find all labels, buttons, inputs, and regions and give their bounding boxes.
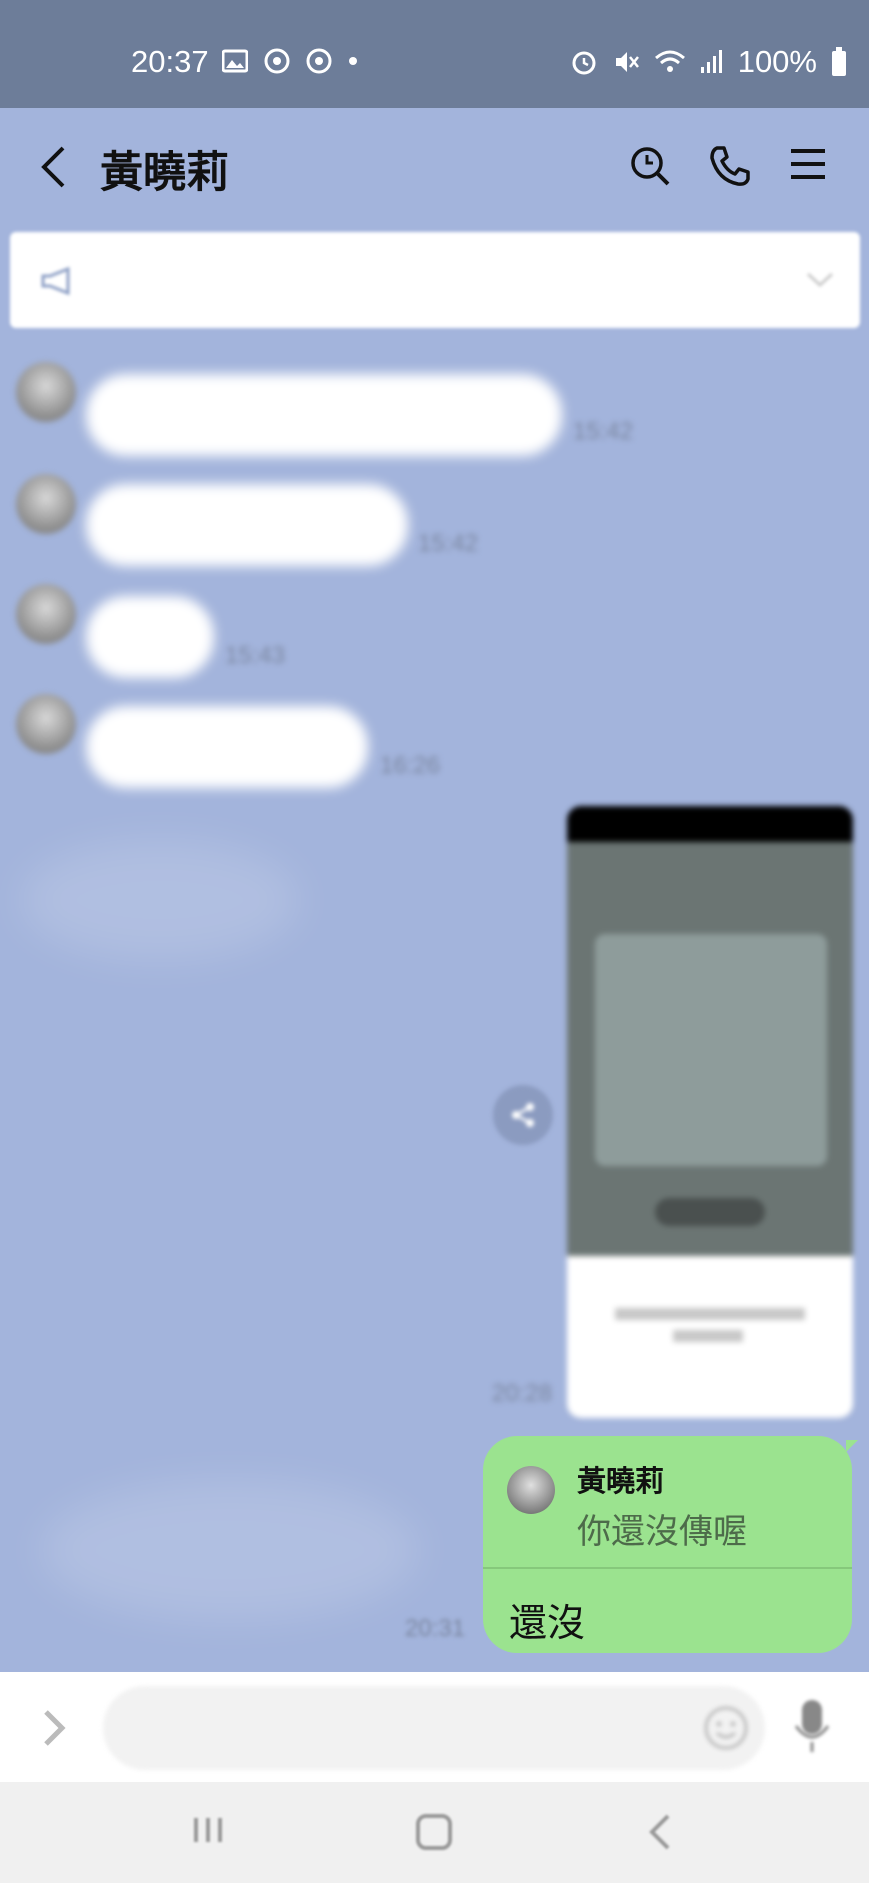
chat-header: 黃曉莉	[0, 108, 869, 228]
share-button[interactable]	[493, 1085, 553, 1145]
home-icon[interactable]	[414, 1812, 454, 1852]
image-preview-area	[595, 934, 827, 1166]
background-cloud	[20, 840, 300, 960]
megaphone-icon	[41, 266, 70, 296]
quoted-message-text: 你還沒傳喔	[577, 1512, 747, 1552]
wifi-icon	[654, 50, 685, 72]
battery-icon	[832, 47, 846, 76]
reply-message-bubble[interactable]: 黃曉莉 你還沒傳喔 還沒	[483, 1436, 852, 1653]
back-nav-icon[interactable]	[648, 1812, 672, 1852]
background-cloud-2	[40, 1480, 420, 1620]
chrome-icon-2	[306, 48, 332, 74]
expand-arrow-icon[interactable]	[40, 1708, 70, 1748]
system-nav-bar	[0, 1782, 869, 1883]
message-time: 20:31	[405, 1615, 466, 1642]
image-text-line	[615, 1308, 805, 1320]
bubble-tail	[846, 1440, 858, 1452]
message-bubble[interactable]	[86, 484, 408, 566]
message-time: 15:42	[573, 418, 634, 445]
image-bottom-panel	[567, 1256, 853, 1418]
battery-percent: 100%	[737, 44, 817, 79]
quoted-sender-name: 黃曉莉	[577, 1464, 665, 1498]
back-arrow-icon[interactable]	[38, 144, 68, 190]
chrome-icon	[264, 48, 290, 74]
message-time: 15:42	[418, 530, 479, 557]
avatar[interactable]	[16, 362, 76, 422]
system-icons: 100%	[570, 44, 847, 80]
more-notifications-dot-icon	[349, 57, 357, 65]
message-bubble[interactable]	[86, 706, 368, 788]
status-time: 20:37	[131, 44, 209, 79]
message-input[interactable]	[103, 1686, 765, 1770]
share-icon	[512, 1103, 534, 1127]
message-time: 20:28	[492, 1380, 553, 1407]
message-input-bar	[0, 1672, 869, 1782]
reply-divider	[483, 1567, 852, 1569]
recent-apps-icon[interactable]	[190, 1814, 226, 1846]
avatar[interactable]	[16, 474, 76, 534]
menu-icon[interactable]	[788, 144, 828, 184]
alarm-icon	[572, 51, 596, 75]
signal-icon	[700, 50, 722, 73]
image-topbar	[567, 806, 853, 842]
chevron-down-icon[interactable]	[805, 270, 835, 290]
emoji-icon[interactable]	[702, 1704, 750, 1752]
status-bar: 20:37 100%	[0, 0, 869, 108]
message-time: 15:43	[225, 642, 286, 669]
quoted-avatar	[507, 1466, 555, 1514]
image-message[interactable]	[567, 806, 853, 1418]
reply-text: 還沒	[509, 1601, 586, 1645]
message-time: 16:26	[380, 752, 441, 779]
image-text-line	[673, 1330, 743, 1342]
avatar[interactable]	[16, 584, 76, 644]
search-history-icon[interactable]	[628, 144, 672, 188]
avatar[interactable]	[16, 694, 76, 754]
message-bubble[interactable]	[86, 596, 214, 678]
chat-title: 黃曉莉	[100, 148, 229, 198]
phone-call-icon[interactable]	[708, 144, 752, 188]
notification-icons	[222, 48, 358, 74]
gallery-icon	[222, 49, 248, 73]
message-bubble[interactable]	[86, 374, 562, 456]
image-pill	[655, 1198, 765, 1226]
mute-icon	[615, 52, 639, 72]
microphone-icon[interactable]	[792, 1698, 832, 1758]
announcement-bar[interactable]	[10, 232, 860, 328]
